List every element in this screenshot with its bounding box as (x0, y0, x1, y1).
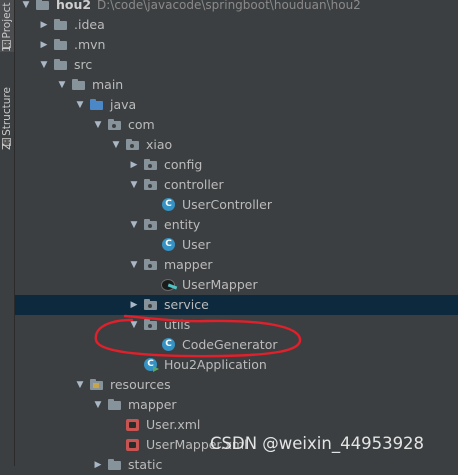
expand-arrow-icon[interactable]: ▼ (21, 0, 31, 15)
tree-node-mapper[interactable]: ▼ mapper (15, 395, 458, 415)
tree-node-label: xiao (146, 137, 173, 152)
spring-boot-class-icon: C (143, 358, 159, 372)
package-icon (143, 258, 159, 272)
tree-node-label: mapper (128, 397, 177, 412)
mybatis-mapper-icon (161, 278, 177, 292)
resources-folder-icon (89, 378, 105, 392)
tree-node-user-xml[interactable]: User.xml (15, 415, 458, 435)
module-folder-icon (35, 0, 51, 12)
expand-arrow-icon[interactable]: ▼ (57, 75, 67, 95)
tree-node-label: .idea (74, 17, 105, 32)
tree-node-service[interactable]: ▶ service (15, 295, 458, 315)
expand-arrow-icon[interactable]: ▼ (75, 375, 85, 395)
collapse-arrow-icon[interactable]: ▶ (39, 35, 49, 55)
tree-node-label: service (164, 297, 209, 312)
tree-node--mvn[interactable]: ▶ .mvn (15, 35, 458, 55)
package-icon (143, 178, 159, 192)
collapse-arrow-icon[interactable]: ▶ (129, 155, 139, 175)
expand-arrow-icon[interactable]: ▼ (93, 395, 103, 415)
tree-node-label: User.xml (146, 417, 201, 432)
tree-node-main[interactable]: ▼ main (15, 75, 458, 95)
source-folder-icon (89, 98, 105, 112)
tree-node-label: utils (164, 317, 191, 332)
tree-node-config[interactable]: ▶ config (15, 155, 458, 175)
tree-node-usermapper[interactable]: UserMapper (15, 275, 458, 295)
xml-file-icon (125, 438, 141, 452)
package-icon (143, 158, 159, 172)
folder-icon (107, 398, 123, 412)
tree-node-label: com (128, 117, 155, 132)
structure-tool-tab[interactable]: Z: Structure (0, 58, 14, 150)
package-icon (107, 118, 123, 132)
module-path: D:\code\javacode\springboot\houduan\hou2 (97, 0, 361, 12)
tree-node-label: CodeGenerator (182, 337, 278, 352)
tree-node-label: resources (110, 377, 171, 392)
expand-arrow-icon[interactable]: ▼ (39, 55, 49, 75)
tree-node-label: User (182, 237, 211, 252)
tree-node-label: static (128, 457, 163, 472)
class-icon: C (161, 338, 177, 352)
folder-icon (71, 78, 87, 92)
tree-node-codegenerator[interactable]: C CodeGenerator (15, 335, 458, 355)
tree-node-label: src (74, 57, 93, 72)
xml-file-icon (125, 418, 141, 432)
tree-node-label: hou2 (56, 0, 92, 12)
tree-node-label: UserMapper (182, 277, 258, 292)
expand-arrow-icon[interactable]: ▼ (129, 315, 139, 335)
folder-icon (107, 458, 123, 472)
package-icon (143, 298, 159, 312)
tree-node-label: config (164, 157, 203, 172)
tree-node-label: UserController (182, 197, 272, 212)
collapse-arrow-icon[interactable]: ▶ (39, 15, 49, 35)
tree-node-label: main (92, 77, 124, 92)
tree-node-hou2[interactable]: ▼ hou2 D:\code\javacode\springboot\houduan… (15, 0, 458, 15)
tree-node-java[interactable]: ▼ java (15, 95, 458, 115)
tree-node-static[interactable]: ▶ static (15, 455, 458, 475)
tree-node-com[interactable]: ▼ com (15, 115, 458, 135)
package-icon (143, 218, 159, 232)
structure-tool-tab-label: Z: Structure (1, 87, 13, 150)
tree-node-label: entity (164, 217, 201, 232)
tree-node-usercontroller[interactable]: C UserController (15, 195, 458, 215)
expand-arrow-icon[interactable]: ▼ (129, 175, 139, 195)
collapse-arrow-icon[interactable]: ▶ (93, 455, 103, 475)
expand-arrow-icon[interactable]: ▼ (75, 95, 85, 115)
expand-arrow-icon[interactable]: ▼ (129, 255, 139, 275)
tree-node-label: controller (164, 177, 224, 192)
tree-node-entity[interactable]: ▼ entity (15, 215, 458, 235)
package-icon (143, 318, 159, 332)
folder-icon (53, 38, 69, 52)
class-icon: C (161, 238, 177, 252)
folder-icon (53, 18, 69, 32)
tree-node-label: .mvn (74, 37, 106, 52)
tree-node-resources[interactable]: ▼ resources (15, 375, 458, 395)
tree-node-src[interactable]: ▼ src (15, 55, 458, 75)
collapse-arrow-icon[interactable]: ▶ (129, 295, 139, 315)
tree-node-user[interactable]: C User (15, 235, 458, 255)
tree-node--idea[interactable]: ▶ .idea (15, 15, 458, 35)
package-icon (125, 138, 141, 152)
project-tree[interactable]: ▼ hou2 D:\code\javacode\springboot\houduan… (15, 0, 458, 472)
tree-node-label: java (110, 97, 137, 112)
tree-node-label: Hou2Application (164, 357, 267, 372)
tree-node-label: mapper (164, 257, 213, 272)
expand-arrow-icon[interactable]: ▼ (129, 215, 139, 235)
tree-node-controller[interactable]: ▼ controller (15, 175, 458, 195)
tool-window-strip: 1: Project Z: Structure (0, 0, 15, 466)
class-icon: C (161, 198, 177, 212)
folder-icon (53, 58, 69, 72)
tree-node-xiao[interactable]: ▼ xiao (15, 135, 458, 155)
tree-node-hou2application[interactable]: C Hou2Application (15, 355, 458, 375)
tree-node-utils[interactable]: ▼ utils (15, 315, 458, 335)
project-tool-tab[interactable]: 1: Project (0, 0, 14, 52)
expand-arrow-icon[interactable]: ▼ (111, 135, 121, 155)
tree-node-mapper[interactable]: ▼ mapper (15, 255, 458, 275)
project-tool-tab-label: 1: Project (1, 2, 13, 52)
expand-arrow-icon[interactable]: ▼ (93, 115, 103, 135)
watermark: CSDN @weixin_44953928 (210, 434, 425, 453)
